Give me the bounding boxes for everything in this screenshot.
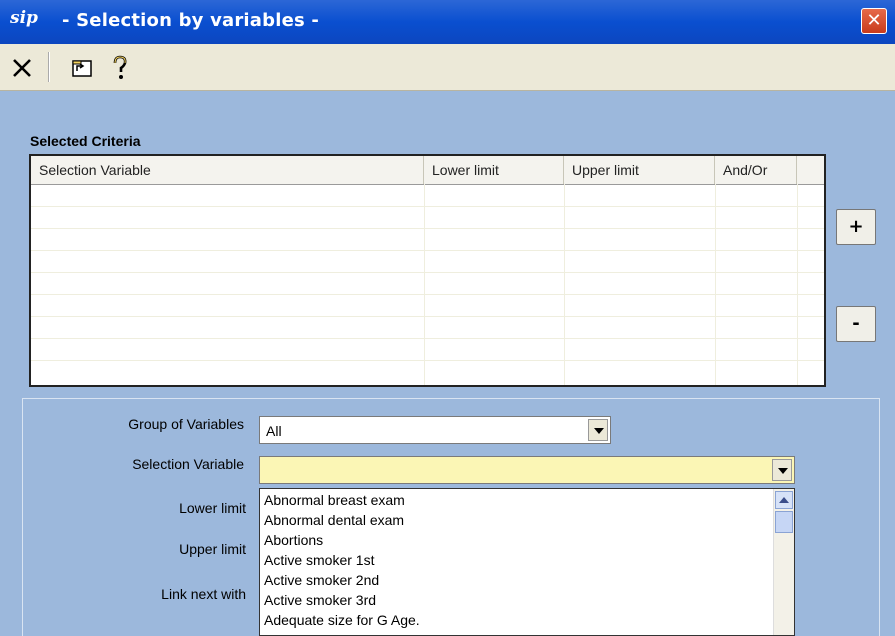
link-next-with-label: Link next with (161, 586, 246, 602)
grid-row-line (31, 316, 824, 317)
title-bar: sip - Selection by variables - ✕ (0, 0, 895, 44)
criteria-grid[interactable]: Selection Variable Lower limit Upper lim… (29, 154, 826, 387)
close-window-button[interactable]: ✕ (861, 8, 887, 34)
scroll-up-icon[interactable] (775, 491, 793, 509)
group-of-variables-label: Group of Variables (128, 416, 244, 432)
group-of-variables-value: All (266, 423, 282, 439)
selection-variable-dropdown-list[interactable]: Abnormal breast exam Abnormal dental exa… (259, 488, 795, 636)
column-header-lower-limit[interactable]: Lower limit (424, 156, 564, 184)
grid-column-line (424, 184, 425, 385)
grid-header: Selection Variable Lower limit Upper lim… (31, 156, 824, 185)
column-header-selection-variable[interactable]: Selection Variable (31, 156, 424, 184)
grid-row-line (31, 360, 824, 361)
selection-variable-select[interactable] (259, 456, 795, 484)
list-item[interactable]: Abnormal breast exam (264, 492, 405, 512)
selected-criteria-label: Selected Criteria (30, 133, 141, 149)
window-title: - Selection by variables - (62, 10, 320, 31)
return-to-parent-icon[interactable] (64, 52, 100, 84)
list-item[interactable]: Adequate size for G Age. (264, 612, 420, 632)
lower-limit-label: Lower limit (179, 500, 246, 516)
chevron-down-icon[interactable] (588, 419, 608, 441)
list-item[interactable]: Active smoker 3rd (264, 592, 376, 612)
grid-row-line (31, 338, 824, 339)
help-question-icon[interactable] (102, 52, 138, 84)
selection-variable-label: Selection Variable (132, 456, 244, 472)
column-header-and-or[interactable]: And/Or (715, 156, 797, 184)
list-item[interactable]: Active smoker 2nd (264, 572, 379, 592)
grid-row-line (31, 272, 824, 273)
upper-limit-label: Upper limit (179, 541, 246, 557)
remove-criteria-button[interactable]: - (836, 306, 876, 342)
chevron-down-icon[interactable] (772, 459, 792, 481)
dropdown-scrollbar[interactable] (773, 489, 794, 635)
app-icon: sip (10, 8, 38, 28)
column-header-upper-limit[interactable]: Upper limit (564, 156, 715, 184)
list-item[interactable]: Abortions (264, 532, 323, 552)
toolbar-separator (48, 52, 50, 82)
grid-row-line (31, 228, 824, 229)
scrollbar-thumb[interactable] (775, 511, 793, 533)
grid-row-line (31, 206, 824, 207)
add-criteria-button[interactable]: + (836, 209, 876, 245)
group-of-variables-select[interactable]: All (259, 416, 611, 444)
grid-column-line (797, 184, 798, 385)
grid-column-line (564, 184, 565, 385)
grid-row-line (31, 250, 824, 251)
grid-column-line (715, 184, 716, 385)
grid-row-line (31, 294, 824, 295)
list-item[interactable]: Abnormal dental exam (264, 512, 404, 532)
close-x-icon[interactable] (4, 52, 40, 84)
list-item[interactable]: Active smoker 1st (264, 552, 374, 572)
toolbar (0, 44, 895, 91)
